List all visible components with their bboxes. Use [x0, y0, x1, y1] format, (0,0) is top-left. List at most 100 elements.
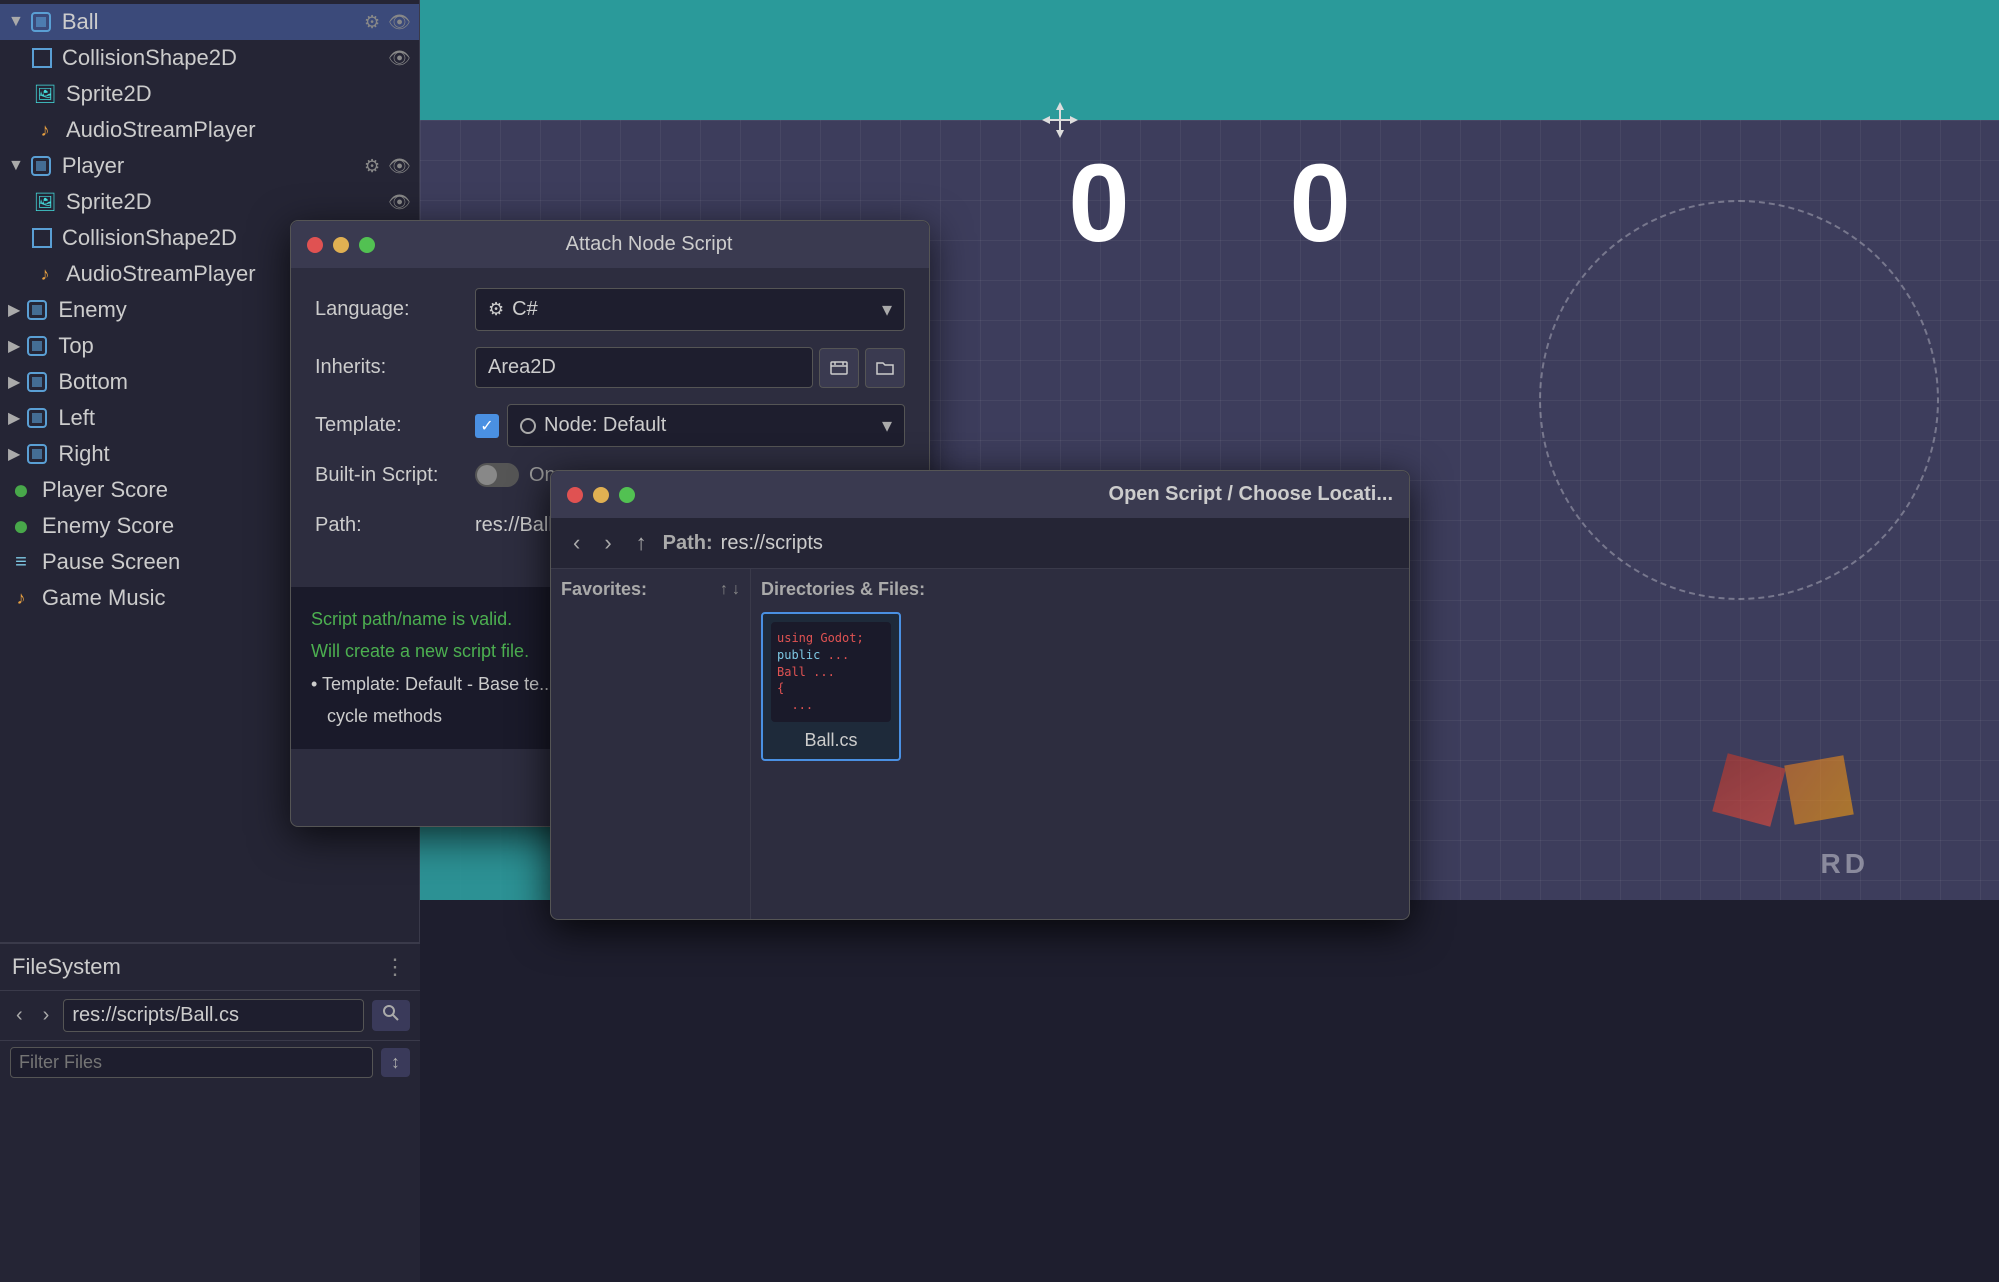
language-value: C#: [512, 298, 538, 321]
pause-screen-icon: ≡: [8, 549, 34, 575]
fc-path-label: Path:: [663, 532, 713, 555]
chevron-ball[interactable]: ▼: [8, 13, 24, 31]
attach-dialog-titlebar: Attach Node Script: [291, 221, 929, 268]
audio1-label: AudioStreamPlayer: [66, 117, 411, 143]
collision1-icon: [32, 48, 52, 68]
fc-titlebar: Open Script / Choose Locati...: [551, 471, 1409, 518]
tree-item-collision1[interactable]: CollisionShape2D 👁: [0, 40, 419, 76]
language-arrow: ▾: [882, 297, 892, 322]
chevron-right[interactable]: ▶: [8, 444, 20, 464]
tree-item-sprite2[interactable]: 🖼 Sprite2D 👁: [0, 184, 419, 220]
sprite1-icon: 🖼: [32, 81, 58, 107]
right-icon: [24, 441, 50, 467]
inherits-input[interactable]: [475, 347, 813, 388]
audio1-icon: ♪: [32, 117, 58, 143]
game-music-icon: ♪: [8, 585, 34, 611]
fc-fav-down-btn[interactable]: ↓: [732, 581, 740, 599]
fc-dialog-title: Open Script / Choose Locati...: [645, 483, 1393, 506]
inherits-folder-icon[interactable]: [865, 348, 905, 388]
collision1-label: CollisionShape2D: [62, 45, 388, 71]
builtin-label: Built-in Script:: [315, 464, 475, 487]
tl-red[interactable]: [307, 237, 323, 253]
inherits-row: Inherits:: [315, 347, 905, 388]
audio2-icon: ♪: [32, 261, 58, 287]
chevron-player[interactable]: ▼: [8, 157, 24, 175]
fs-path-input[interactable]: [63, 999, 364, 1032]
fc-fav-arrows: ↑ ↓: [720, 581, 740, 599]
fc-fav-up-btn[interactable]: ↑: [720, 581, 728, 599]
collision1-eye-icon: 👁: [388, 48, 411, 69]
fc-file-thumb: using Godot; public ... Ball ... { ...: [771, 622, 891, 722]
fc-tl-yellow[interactable]: [593, 487, 609, 503]
tl-green[interactable]: [359, 237, 375, 253]
sprite2-label: Sprite2D: [66, 189, 388, 215]
attach-dialog-title: Attach Node Script: [385, 233, 913, 256]
fs-forward-btn[interactable]: ›: [37, 1002, 56, 1029]
template-checkbox[interactable]: ✓: [475, 414, 499, 438]
player-eye-icon: 👁: [388, 156, 411, 177]
chevron-bottom[interactable]: ▶: [8, 372, 20, 392]
filesystem-header: FileSystem ⋮: [0, 944, 420, 991]
player-label: Player: [62, 153, 364, 179]
fc-files-header: Directories & Files:: [761, 579, 1399, 600]
chevron-top[interactable]: ▶: [8, 336, 20, 356]
ball-label: Ball: [62, 9, 364, 35]
tl-yellow[interactable]: [333, 237, 349, 253]
move-cursor-icon: [1040, 100, 1080, 148]
chevron-left[interactable]: ▶: [8, 408, 20, 428]
fc-body: Favorites: ↑ ↓ Directories & Files: usin…: [551, 569, 1409, 919]
score-right: 0: [1290, 140, 1351, 267]
filesystem-panel: FileSystem ⋮ ‹ › ↕: [0, 942, 420, 1282]
ball-node-icon: [28, 9, 54, 35]
sprite1-label: Sprite2D: [66, 81, 411, 107]
template-value: Node: Default: [544, 414, 666, 437]
sprite2-icon: 🖼: [32, 189, 58, 215]
chevron-enemy[interactable]: ▶: [8, 300, 20, 320]
fc-file-code: using Godot; public ... Ball ... { ...: [771, 624, 891, 720]
language-label: Language:: [315, 298, 475, 321]
dashed-circle: [1539, 200, 1939, 600]
filesystem-path-bar: ‹ ›: [0, 991, 420, 1041]
player-script-icon: ⚙: [364, 156, 380, 177]
filechooser-dialog: Open Script / Choose Locati... ‹ › ↑ Pat…: [550, 470, 1410, 920]
player-score-icon: ●: [8, 477, 34, 503]
sprite2-eye-icon: 👁: [388, 192, 411, 213]
tree-item-player[interactable]: ▼ Player ⚙ 👁: [0, 148, 419, 184]
filesystem-menu[interactable]: ⋮: [384, 954, 408, 980]
path-label: Path:: [315, 514, 475, 537]
language-dropdown[interactable]: ⚙ C# ▾: [475, 288, 905, 331]
filter-input[interactable]: [10, 1047, 373, 1078]
fc-tl-green[interactable]: [619, 487, 635, 503]
fc-favorites: Favorites: ↑ ↓: [551, 569, 751, 919]
fc-up-btn[interactable]: ↑: [628, 528, 655, 558]
watermark-shape2: [1784, 755, 1854, 825]
node-default-icon: [520, 418, 536, 434]
filter-row: ↕: [0, 1041, 420, 1084]
fs-back-btn[interactable]: ‹: [10, 1002, 29, 1029]
left-icon: [24, 405, 50, 431]
enemy-score-icon: ●: [8, 513, 34, 539]
template-select[interactable]: Node: Default ▾: [507, 404, 905, 447]
score-display: 0 0: [1068, 140, 1350, 267]
score-left: 0: [1068, 140, 1129, 267]
ball-eye-icon: 👁: [388, 12, 411, 33]
filter-sort-btn[interactable]: ↕: [381, 1048, 410, 1077]
tree-item-sprite1[interactable]: 🖼 Sprite2D: [0, 76, 419, 112]
csharp-icon: ⚙: [488, 299, 504, 320]
fc-tl-red[interactable]: [567, 487, 583, 503]
fs-search-btn[interactable]: [372, 1000, 410, 1031]
collision2-icon: [32, 228, 52, 248]
template-row: Template: ✓ Node: Default ▾: [315, 404, 905, 447]
fc-file-ball-cs[interactable]: using Godot; public ... Ball ... { ... B…: [761, 612, 901, 761]
template-label: Template:: [315, 414, 475, 437]
watermark-text: RD: [1821, 848, 1869, 880]
fc-file-grid: using Godot; public ... Ball ... { ... B…: [761, 612, 1399, 761]
fc-forward-btn[interactable]: ›: [596, 528, 619, 558]
fc-back-btn[interactable]: ‹: [565, 528, 588, 558]
template-arrow: ▾: [882, 413, 892, 438]
builtin-toggle-row: On: [475, 463, 556, 487]
tree-item-ball[interactable]: ▼ Ball ⚙ 👁: [0, 4, 419, 40]
builtin-toggle[interactable]: [475, 463, 519, 487]
inherits-browse-icon[interactable]: [819, 348, 859, 388]
tree-item-audio1[interactable]: ♪ AudioStreamPlayer: [0, 112, 419, 148]
